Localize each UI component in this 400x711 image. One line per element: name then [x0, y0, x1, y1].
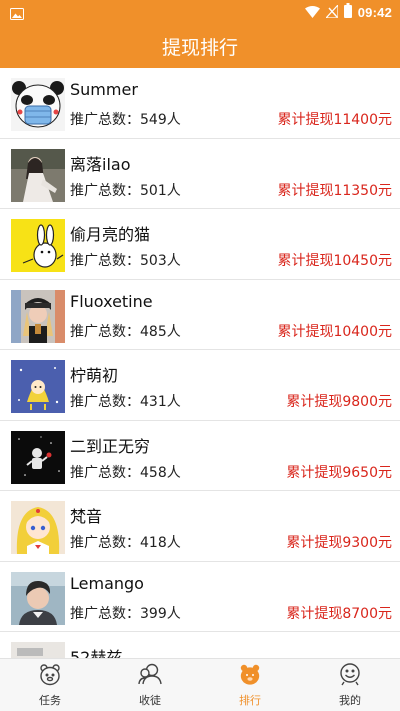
promo-count: 推广总数：399人: [70, 605, 181, 622]
app-bar: 提现排行: [0, 24, 400, 68]
avatar: [11, 289, 65, 343]
status-time: 09:42: [357, 5, 392, 20]
user-name: Summer: [70, 80, 138, 99]
withdraw-total: 累计提现10450元: [277, 253, 392, 269]
smiley-profile-icon: [338, 662, 362, 692]
list-item[interactable]: 偷月亮的猫 推广总数：503人 累计提现10450元: [0, 209, 400, 280]
battery-icon: [343, 3, 352, 22]
avatar: [11, 571, 65, 625]
list-item[interactable]: 柠萌初 推广总数：431人 累计提现9800元: [0, 350, 400, 421]
promo-count: 推广总数：501人: [70, 182, 181, 199]
withdraw-total: 累计提现9650元: [286, 464, 392, 481]
withdraw-total: 累计提现9300元: [286, 535, 392, 551]
user-name: 52赫兹: [70, 648, 123, 658]
promo-count: 推广总数：503人: [70, 253, 181, 269]
avatar: [11, 642, 65, 658]
promo-count: 推广总数：485人: [70, 323, 181, 340]
user-name: Lemango: [70, 573, 144, 593]
list-item[interactable]: 52赫兹: [0, 632, 400, 658]
list-item[interactable]: Summer 推广总数：549人 累计提现11400元: [0, 68, 400, 139]
avatar: [11, 430, 65, 484]
bear-rank-icon: [238, 662, 262, 692]
avatar: [11, 219, 65, 272]
user-name: 二到正无穷: [70, 436, 151, 456]
user-name: 离落ilao: [70, 154, 131, 174]
withdraw-total: 累计提现8700元: [286, 605, 392, 622]
avatar: [11, 148, 65, 202]
avatar: [11, 501, 65, 554]
withdraw-total: 累计提现11400元: [277, 112, 392, 128]
tab-label: 排行: [239, 694, 261, 707]
gallery-notification-icon: [10, 5, 24, 24]
bottom-tab-bar: 任务 收徒 排行 我的: [0, 658, 400, 711]
tab-label: 任务: [39, 694, 61, 707]
list-item[interactable]: Lemango 推广总数：399人 累计提现8700元: [0, 562, 400, 632]
promo-count: 推广总数：431人: [70, 394, 181, 410]
user-name: 柠萌初: [70, 366, 119, 385]
promo-count: 推广总数：458人: [70, 464, 181, 481]
list-item[interactable]: 二到正无穷 推广总数：458人 累计提现9650元: [0, 421, 400, 491]
withdraw-total: 累计提现9800元: [286, 394, 392, 410]
withdraw-total: 累计提现10400元: [277, 323, 392, 340]
no-signal-icon: [324, 3, 339, 22]
withdraw-total: 累计提现11350元: [277, 182, 392, 199]
promo-count: 推广总数：418人: [70, 535, 181, 551]
apprentice-icon: [138, 662, 162, 692]
list-item[interactable]: 离落ilao 推广总数：501人 累计提现11350元: [0, 139, 400, 209]
list-item[interactable]: Fluoxetine 推广总数：485人 累计提现10400元: [0, 280, 400, 350]
tab-rank[interactable]: 排行: [200, 659, 300, 711]
user-name: 梵音: [70, 507, 103, 526]
avatar: [11, 360, 65, 413]
tab-label: 我的: [339, 694, 361, 707]
user-name: Fluoxetine: [70, 291, 153, 311]
list-item[interactable]: 梵音 推广总数：418人 累计提现9300元: [0, 491, 400, 562]
tab-profile[interactable]: 我的: [300, 659, 400, 711]
status-bar: 09:42: [0, 0, 400, 24]
page-title: 提现排行: [161, 36, 238, 59]
user-name: 偷月亮的猫: [70, 225, 151, 244]
tab-task[interactable]: 任务: [0, 659, 100, 711]
tab-label: 收徒: [139, 694, 161, 707]
wifi-icon: [304, 3, 320, 22]
rank-list[interactable]: Summer 推广总数：549人 累计提现11400元 离落ilao 推广总数：…: [0, 68, 400, 658]
promo-count: 推广总数：549人: [70, 112, 181, 128]
bear-task-icon: [38, 662, 62, 692]
tab-apprentice[interactable]: 收徒: [100, 659, 200, 711]
avatar: [11, 78, 65, 131]
